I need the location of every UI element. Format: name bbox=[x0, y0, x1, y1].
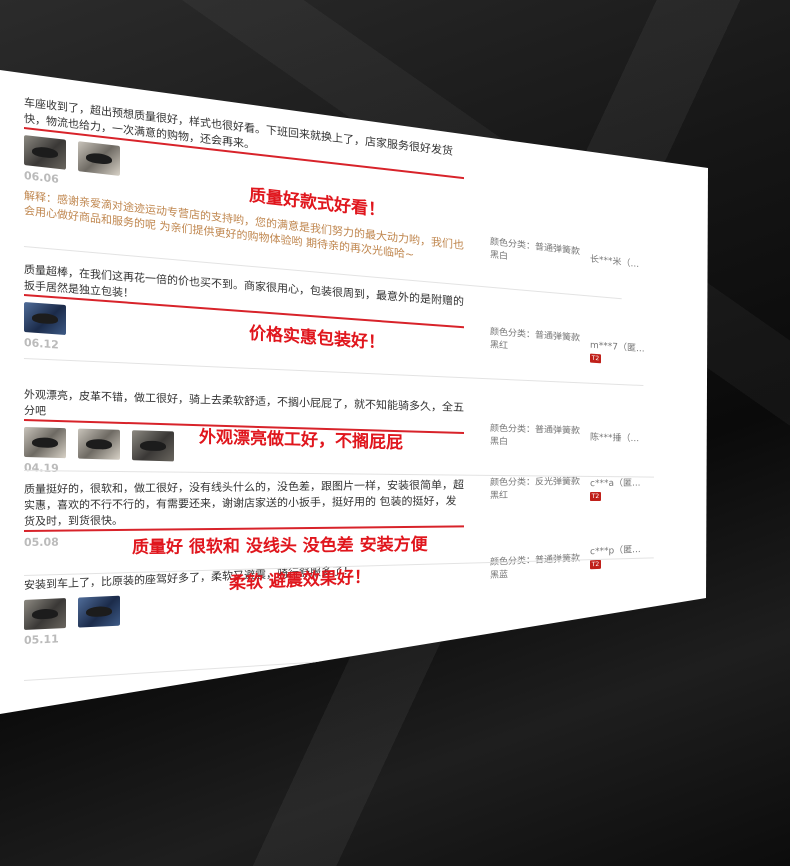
review-photo[interactable] bbox=[78, 141, 120, 176]
review-item: 质量挺好的，很软和，做工很好，没有线头什么的，没色差，跟图片一样，安装很简单，超… bbox=[24, 475, 708, 558]
reviewer-name[interactable]: m***7（匿... T2 bbox=[590, 338, 645, 367]
vip-badge-icon: T2 bbox=[590, 559, 601, 570]
highlight-slogan: 质量好 很软和 没线头 没色差 安装方便 bbox=[132, 534, 428, 558]
review-photo[interactable] bbox=[24, 302, 66, 336]
review-photo[interactable] bbox=[78, 595, 120, 628]
review-photo[interactable] bbox=[24, 427, 66, 459]
reviewer-name-text: m***7（匿... bbox=[590, 340, 645, 355]
review-photo[interactable] bbox=[24, 135, 66, 170]
vip-badge-icon: T2 bbox=[590, 353, 601, 364]
review-photo[interactable] bbox=[78, 428, 120, 460]
sku-spec: 颜色分类：普通弹簧款黑蓝 bbox=[490, 554, 580, 581]
reviewer-name-text: c***p（匿... bbox=[590, 544, 641, 558]
review-text: 质量挺好的，很软和，做工很好，没有线头什么的，没色差，跟图片一样，安装很简单，超… bbox=[24, 477, 464, 532]
review-photo[interactable] bbox=[132, 430, 174, 462]
review-photo[interactable] bbox=[24, 598, 66, 630]
sku-spec: 颜色分类：普通弹簧款黑白 bbox=[490, 423, 581, 448]
vip-badge-icon: T2 bbox=[590, 491, 601, 502]
reviewer-name-text: c***a（匿... bbox=[590, 478, 641, 490]
reviewer-name[interactable]: 长***米（... bbox=[590, 251, 639, 270]
reviewer-name[interactable]: c***p（匿... T2 bbox=[590, 542, 641, 570]
reviewer-name[interactable]: 陈***捶（... bbox=[590, 430, 639, 444]
sku-spec: 颜色分类：反光弹簧款黑红 bbox=[490, 477, 581, 502]
reviewer-name[interactable]: c***a（匿... T2 bbox=[590, 476, 641, 502]
